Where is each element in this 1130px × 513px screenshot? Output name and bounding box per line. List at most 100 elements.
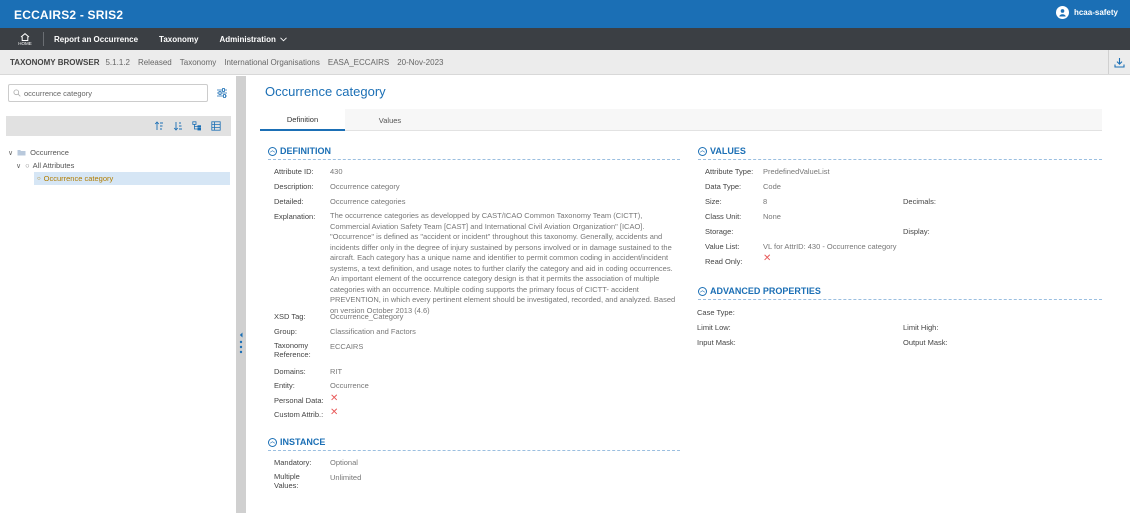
size-label: Size: <box>705 197 722 206</box>
size-value: 8 <box>763 197 768 206</box>
limit-low-label: Limit Low: <box>697 323 731 332</box>
detailed-value: Occurrence categories <box>330 197 406 206</box>
drag-handle-icon <box>239 340 243 354</box>
section-divider <box>698 299 1102 300</box>
taxonomy-reference-value: ECCAIRS <box>330 342 364 351</box>
tree-node-label: Occurrence category <box>43 174 114 183</box>
tab-values[interactable]: Values <box>345 109 435 131</box>
sliders-icon <box>217 88 227 98</box>
chevron-down-icon: ∨ <box>16 162 22 170</box>
tree-node-all-attributes[interactable]: ∨ ○ All Attributes <box>8 159 233 172</box>
app-title: ECCAIRS2 - SRIS2 <box>14 8 124 22</box>
group-label: Group: <box>274 327 297 336</box>
false-x-icon: ✕ <box>330 407 339 418</box>
filter-settings-button[interactable] <box>216 87 230 101</box>
case-type-label: Case Type: <box>697 308 735 317</box>
attribute-id-value: 430 <box>330 167 343 176</box>
page-title: Occurrence category <box>265 84 386 99</box>
advanced-section-header[interactable]: ︿ ADVANCED PROPERTIES <box>698 286 821 296</box>
advanced-heading: ADVANCED PROPERTIES <box>710 286 821 296</box>
breadcrumb-taxonomy: Taxonomy <box>179 57 217 67</box>
nav-administration-label: Administration <box>219 34 276 44</box>
values-section-header[interactable]: ︿ VALUES <box>698 146 746 156</box>
expand-tree-button[interactable] <box>191 121 202 132</box>
description-label: Description: <box>274 182 314 191</box>
chevron-down-icon: ∨ <box>8 149 14 157</box>
false-x-icon: ✕ <box>330 393 339 404</box>
section-divider <box>698 159 1102 160</box>
attribute-type-value: PredefinedValueList <box>763 167 830 176</box>
xsd-tag-label: XSD Tag: <box>274 312 306 321</box>
download-icon <box>1114 57 1125 68</box>
domains-label: Domains: <box>274 367 306 376</box>
custom-attrib-label: Custom Attrib.: <box>274 410 324 419</box>
tree-node-label: Occurrence <box>30 148 69 157</box>
detail-tabs: Definition Values <box>260 109 1102 131</box>
panel-splitter[interactable] <box>236 76 246 513</box>
attribute-detail-panel: Occurrence category Definition Values ︿ … <box>246 76 1130 513</box>
attribute-type-label: Attribute Type: <box>705 167 754 176</box>
data-type-label: Data Type: <box>705 182 742 191</box>
breadcrumb-status: Released <box>137 57 172 67</box>
home-label: HOME <box>18 40 32 46</box>
personal-data-label: Personal Data: <box>274 396 324 405</box>
collapse-arrow-icon <box>239 332 243 338</box>
output-mask-label: Output Mask: <box>903 338 948 347</box>
top-bar: ECCAIRS2 - SRIS2 hcaa-safety <box>0 0 1130 28</box>
breadcrumb-name: EASA_ECCAIRS <box>327 57 390 67</box>
multiple-values-value: Unlimited <box>330 473 362 482</box>
group-value: Classification and Factors <box>330 327 416 336</box>
taxonomy-reference-label: Taxonomy Reference: <box>274 341 311 359</box>
instance-section-header[interactable]: ︿ INSTANCE <box>268 437 325 447</box>
description-value: Occurrence category <box>330 182 400 191</box>
detailed-label: Detailed: <box>274 197 304 206</box>
sort-ascending-button[interactable] <box>153 121 164 132</box>
taxonomy-breadcrumb: TAXONOMY BROWSER 5.1.1.2 Released Taxono… <box>0 50 1130 75</box>
user-menu[interactable]: hcaa-safety <box>1055 6 1118 19</box>
section-divider <box>268 159 680 160</box>
main-nav: HOME Report an Occurrence Taxonomy Admin… <box>0 28 1130 50</box>
data-type-value: Code <box>763 182 781 191</box>
nav-report-occurrence[interactable]: Report an Occurrence <box>54 35 138 44</box>
mandatory-value: Optional <box>330 458 358 467</box>
display-label: Display: <box>903 227 930 236</box>
tree-node-occurrence-category[interactable]: ○ Occurrence category <box>34 172 230 185</box>
section-divider <box>268 450 680 451</box>
tree-node-occurrence[interactable]: ∨ Occurrence <box>8 146 233 159</box>
collapse-icon: ︿ <box>698 286 707 296</box>
false-x-icon: ✕ <box>763 253 772 264</box>
storage-label: Storage: <box>705 227 734 236</box>
sort-descending-icon <box>173 122 182 131</box>
attribute-icon: ○ <box>37 175 41 182</box>
sort-ascending-icon <box>154 121 163 130</box>
list-view-icon <box>210 121 221 131</box>
nav-administration[interactable]: Administration <box>219 35 287 44</box>
domains-value: RIT <box>330 367 343 376</box>
list-view-button[interactable] <box>210 121 221 132</box>
collapse-icon: ︿ <box>698 146 707 156</box>
search-box <box>8 84 208 102</box>
user-name: hcaa-safety <box>1073 8 1118 17</box>
collapse-icon: ︿ <box>268 146 277 156</box>
search-input[interactable] <box>24 88 194 98</box>
attribute-id-label: Attribute ID: <box>274 167 314 176</box>
read-only-label: Read Only: <box>705 257 743 266</box>
sort-descending-button[interactable] <box>172 121 183 132</box>
nav-taxonomy[interactable]: Taxonomy <box>159 35 198 44</box>
nav-divider <box>43 32 44 46</box>
tree-toolbar <box>6 116 231 136</box>
tab-definition[interactable]: Definition <box>260 109 345 131</box>
definition-heading: DEFINITION <box>280 146 331 156</box>
instance-heading: INSTANCE <box>280 437 326 447</box>
collapse-icon: ︿ <box>268 437 277 447</box>
value-list-link[interactable]: VL for AttrID: 430 - Occurrence category <box>763 242 897 251</box>
values-heading: VALUES <box>710 146 746 156</box>
explanation-label: Explanation: <box>274 212 316 221</box>
limit-high-label: Limit High: <box>903 323 939 332</box>
definition-section-header[interactable]: ︿ DEFINITION <box>268 146 331 156</box>
class-unit-value: None <box>763 212 781 221</box>
home-icon <box>20 32 30 41</box>
download-button[interactable] <box>1108 50 1130 74</box>
breadcrumb-org: International Organisations <box>224 57 320 67</box>
home-button[interactable]: HOME <box>15 32 35 46</box>
